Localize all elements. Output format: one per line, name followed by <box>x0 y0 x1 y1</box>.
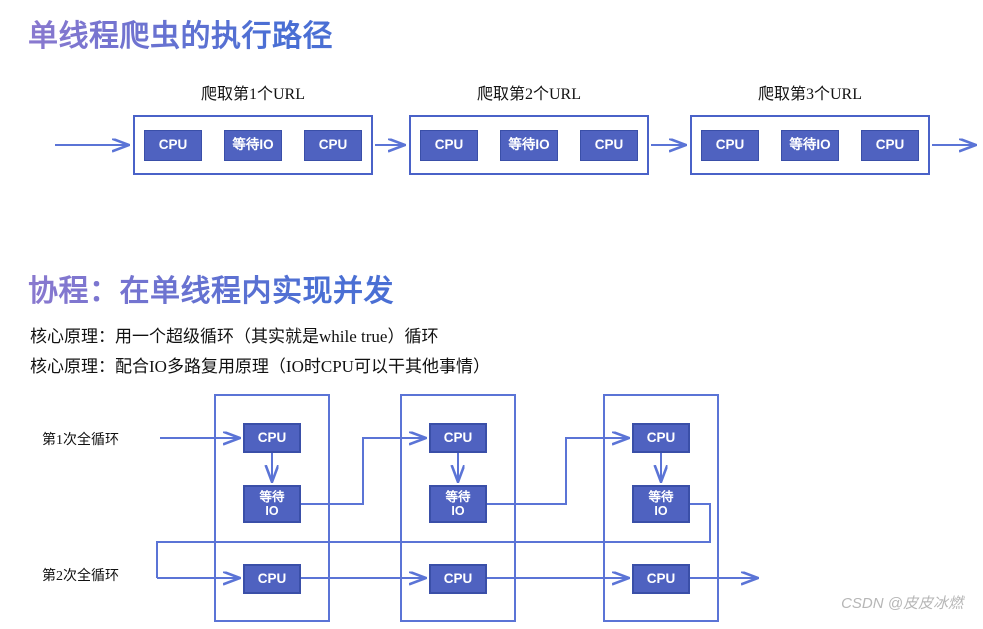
url-group-2: CPU 等待IO CPU <box>409 115 649 175</box>
page-title-single-thread: 单线程爬虫的执行路径 <box>28 11 333 55</box>
chip-label-line1: 等待 <box>259 490 285 504</box>
coroutine-wait-io-chip: 等待 IO <box>632 485 690 523</box>
cpu-chip: CPU <box>861 129 919 161</box>
wait-io-chip: 等待IO <box>781 129 839 161</box>
coroutine-wait-io-chip: 等待 IO <box>429 485 487 523</box>
coroutine-cpu-chip: CPU <box>243 564 301 594</box>
chip-label: CPU <box>646 571 676 587</box>
cpu-chip: CPU <box>580 129 638 161</box>
url-group-1: CPU 等待IO CPU <box>133 115 373 175</box>
cpu-chip: CPU <box>144 129 202 161</box>
url-group-3: CPU 等待IO CPU <box>690 115 930 175</box>
csdn-watermark: CSDN @皮皮冰燃 <box>841 595 963 612</box>
chip-label: CPU <box>257 430 287 446</box>
wait-io-chip: 等待IO <box>224 129 282 161</box>
cpu-chip: CPU <box>420 129 478 161</box>
loop-row-label-2: 第2次全循环 <box>42 569 119 584</box>
chip-label-line2: IO <box>451 504 465 518</box>
chip-label: CPU <box>257 571 287 587</box>
coroutine-cpu-chip: CPU <box>243 423 301 453</box>
chip-label-line2: IO <box>654 504 668 518</box>
chip-label: CPU <box>443 430 473 446</box>
chip-label-line2: IO <box>265 504 279 518</box>
cpu-chip: CPU <box>304 129 362 161</box>
url-caption-3: 爬取第3个URL <box>757 86 862 103</box>
loop-row-label-1: 第1次全循环 <box>42 433 119 448</box>
url-caption-1: 爬取第1个URL <box>200 86 305 103</box>
coroutine-cpu-chip: CPU <box>632 564 690 594</box>
coroutine-cpu-chip: CPU <box>429 564 487 594</box>
chip-label: CPU <box>646 430 676 446</box>
wait-io-chip: 等待IO <box>500 129 558 161</box>
url-caption-2: 爬取第2个URL <box>476 86 581 103</box>
coroutine-cpu-chip: CPU <box>429 423 487 453</box>
coroutine-cpu-chip: CPU <box>632 423 690 453</box>
chip-label: CPU <box>443 571 473 587</box>
note-line-2: 核心原理：配合IO多路复用原理（IO时CPU可以干其他事情） <box>30 357 490 376</box>
chip-label-line1: 等待 <box>445 490 471 504</box>
chip-label-line1: 等待 <box>648 490 674 504</box>
page-title-coroutine: 协程：在单线程内实现并发 <box>28 266 394 310</box>
coroutine-wait-io-chip: 等待 IO <box>243 485 301 523</box>
cpu-chip: CPU <box>701 129 759 161</box>
note-line-1: 核心原理：用一个超级循环（其实就是while true）循环 <box>30 327 439 346</box>
